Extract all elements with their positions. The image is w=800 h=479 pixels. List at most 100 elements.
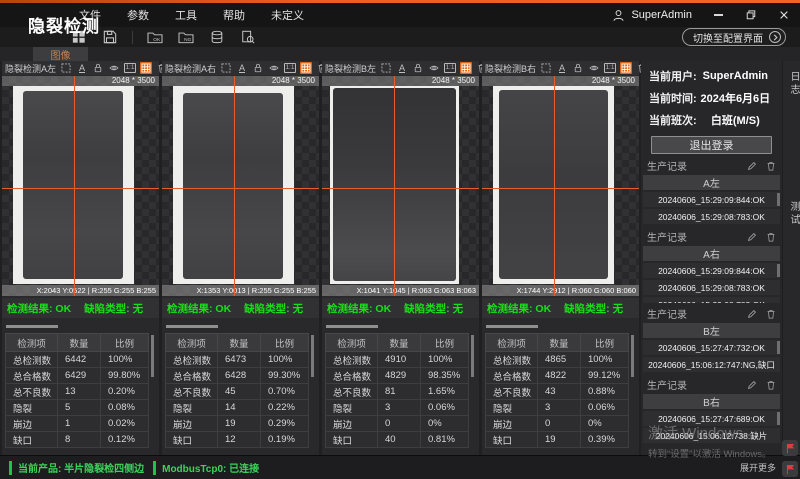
roi-rect-icon[interactable] — [220, 62, 232, 74]
scrollbar-thumb[interactable] — [777, 193, 780, 206]
defect-type: 缺陷类型: 无 — [244, 301, 303, 316]
table-row: 总不良数450.70% — [166, 384, 309, 400]
fit-text-icon[interactable]: A — [76, 62, 88, 74]
fit-text-icon[interactable]: A — [556, 62, 568, 74]
stat-count: 4865 — [538, 352, 581, 368]
crosshair-horizontal — [2, 188, 159, 189]
save-icon[interactable] — [101, 29, 119, 45]
minimize-button[interactable] — [712, 9, 724, 21]
record-item[interactable]: 20240606_15:06:12:747:NG,缺口 — [643, 357, 780, 372]
record-item[interactable]: 20240606_15:29:09:844:OK — [643, 192, 780, 207]
record-item[interactable]: 20240606_15:29:08:783:OK — [643, 280, 780, 295]
pixel-info: X:1041 Y:1045 | R:063 G:063 B:063 — [322, 285, 479, 296]
vertical-scrollbar[interactable] — [311, 335, 314, 377]
eye-icon[interactable] — [428, 62, 440, 74]
eye-icon[interactable] — [108, 62, 120, 74]
one-to-one-icon[interactable]: 1:1 — [604, 63, 616, 73]
image-viewport[interactable]: 2048 * 3500 X:1353 Y:0013 | R:255 G:255 … — [162, 76, 319, 296]
menu-item[interactable]: 参数 — [114, 7, 162, 23]
vertical-scrollbar[interactable] — [631, 335, 634, 377]
user-value: SuperAdmin — [697, 70, 774, 82]
lock-icon[interactable] — [252, 62, 264, 74]
trash-icon[interactable] — [766, 161, 776, 171]
tab-test[interactable]: 测试 — [786, 201, 800, 227]
side-tab-strip: 日志 测试 — [782, 61, 800, 455]
record-item[interactable]: 20240606_15:29:09:844:OK — [643, 263, 780, 278]
user-name: SuperAdmin — [631, 9, 692, 21]
stat-ratio: 98.35% — [421, 368, 469, 384]
stat-count: 45 — [218, 384, 261, 400]
edit-pencil-icon[interactable] — [747, 380, 757, 390]
vertical-scrollbar[interactable] — [471, 335, 474, 377]
logout-button[interactable]: 退出登录 — [651, 136, 772, 154]
scrollbar-thumb[interactable] — [777, 264, 780, 277]
current-user[interactable]: SuperAdmin — [612, 3, 692, 27]
result-row: 检测结果: OK 缺陷类型: 无 — [2, 298, 159, 318]
edit-pencil-icon[interactable] — [747, 232, 757, 242]
stat-count: 4829 — [378, 368, 421, 384]
record-item[interactable]: 20240606_15:06:12:738:缺片 — [643, 428, 780, 443]
table-row: 隐裂30.06% — [326, 400, 469, 416]
record-item[interactable]: 20240606_15:27:47:732:OK — [643, 340, 780, 355]
record-item[interactable]: 20240606_15:27:47:689:OK — [643, 411, 780, 426]
restore-button[interactable] — [745, 9, 757, 21]
record-item[interactable]: 20240606_15:29:08:783:OK — [643, 297, 780, 303]
station-label: B左 — [643, 323, 780, 338]
trash-icon[interactable] — [766, 380, 776, 390]
table-row: 总不良数811.65% — [326, 384, 469, 400]
lock-icon[interactable] — [412, 62, 424, 74]
fit-text-icon[interactable]: A — [236, 62, 248, 74]
record-item[interactable]: 20240606_15:29:08:783:OK — [643, 209, 780, 224]
lock-icon[interactable] — [572, 62, 584, 74]
scrollbar-thumb[interactable] — [777, 412, 780, 425]
fit-text-icon[interactable]: A — [396, 62, 408, 74]
flag-icon[interactable] — [782, 440, 798, 456]
trash-icon[interactable] — [766, 309, 776, 319]
image-viewport[interactable]: 2048 * 3500 X:1744 Y:2912 | R:060 G:060 … — [482, 76, 639, 296]
roi-rect-icon[interactable] — [60, 62, 72, 74]
table-header-cell: 比例 — [101, 334, 149, 352]
folder-ng-icon[interactable]: NG — [177, 29, 195, 45]
menu-item[interactable]: 帮助 — [210, 7, 258, 23]
stat-name: 隐裂 — [486, 400, 538, 416]
one-to-one-icon[interactable]: 1:1 — [124, 63, 136, 73]
grid-icon[interactable] — [460, 62, 472, 74]
menu-item[interactable]: 未定义 — [258, 7, 317, 23]
horizontal-scrollbar[interactable] — [486, 325, 538, 328]
grid-icon[interactable] — [620, 62, 632, 74]
grid-icon[interactable] — [140, 62, 152, 74]
eye-icon[interactable] — [268, 62, 280, 74]
eye-icon[interactable] — [588, 62, 600, 74]
tab-image[interactable]: 图像 — [33, 47, 88, 61]
stat-name: 崩边 — [6, 416, 58, 432]
switch-to-config-button[interactable]: 切换至配置界面 — [682, 28, 786, 46]
grid-icon[interactable] — [300, 62, 312, 74]
database-icon[interactable] — [208, 29, 226, 45]
record-section-title: 生产记录 — [647, 377, 687, 392]
edit-pencil-icon[interactable] — [747, 161, 757, 171]
stat-name: 崩边 — [326, 416, 378, 432]
flag-icon[interactable] — [782, 461, 798, 477]
horizontal-scrollbar[interactable] — [326, 325, 378, 328]
one-to-one-icon[interactable]: 1:1 — [284, 63, 296, 73]
scrollbar-thumb[interactable] — [777, 341, 780, 354]
image-search-icon[interactable] — [239, 29, 257, 45]
menu-item[interactable]: 工具 — [162, 7, 210, 23]
roi-rect-icon[interactable] — [540, 62, 552, 74]
close-button[interactable] — [778, 9, 790, 21]
expand-label[interactable]: 展开更多 — [740, 461, 776, 474]
one-to-one-icon[interactable]: 1:1 — [444, 63, 456, 73]
roi-rect-icon[interactable] — [380, 62, 392, 74]
image-viewport[interactable]: 2048 * 3500 X:1041 Y:1045 | R:063 G:063 … — [322, 76, 479, 296]
tab-log[interactable]: 日志 — [786, 71, 800, 97]
table-header-cell: 检测项 — [6, 334, 58, 352]
horizontal-scrollbar[interactable] — [6, 325, 58, 328]
result-status: 检测结果: OK — [327, 301, 391, 316]
vertical-scrollbar[interactable] — [151, 335, 154, 377]
image-viewport[interactable]: 2048 * 3500 X:2043 Y:0522 | R:255 G:255 … — [2, 76, 159, 296]
horizontal-scrollbar[interactable] — [166, 325, 218, 328]
lock-icon[interactable] — [92, 62, 104, 74]
edit-pencil-icon[interactable] — [747, 309, 757, 319]
folder-ok-icon[interactable]: OK — [146, 29, 164, 45]
trash-icon[interactable] — [766, 232, 776, 242]
